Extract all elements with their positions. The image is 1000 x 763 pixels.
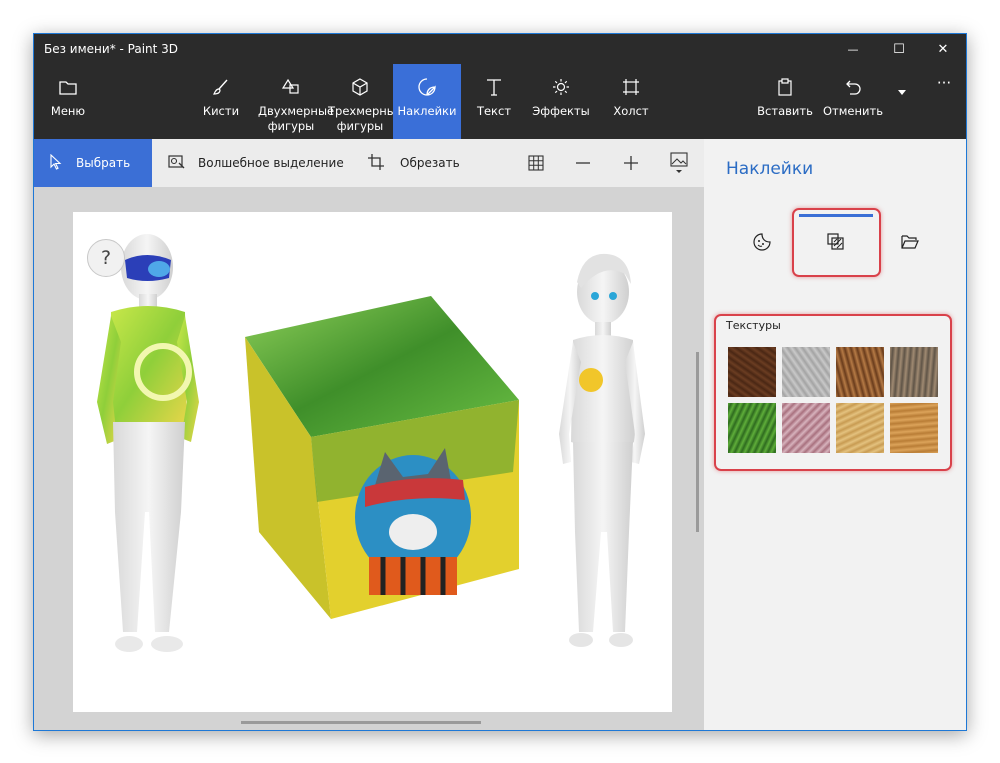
drawing-canvas[interactable]: ? xyxy=(73,212,672,712)
vertical-scrollbar[interactable] xyxy=(696,352,699,532)
canvas-icon xyxy=(620,76,642,98)
tool-2d-shapes[interactable]: Двухмерные фигуры xyxy=(256,64,335,139)
stickers-icon xyxy=(416,76,438,98)
tool-label: Текст xyxy=(476,104,512,118)
cube-3d-icon xyxy=(349,76,371,98)
close-icon: ✕ xyxy=(937,41,949,57)
undo-icon xyxy=(842,76,864,98)
tool-label: Трехмерные фигуры xyxy=(328,104,403,133)
tool-3d-shapes[interactable]: Трехмерные фигуры xyxy=(326,64,403,139)
undo-label: Отменить xyxy=(823,104,883,118)
right-3d-figure xyxy=(559,253,645,647)
crop-button[interactable]: Обрезать xyxy=(368,139,460,187)
help-icon: ? xyxy=(100,247,112,269)
tool-stickers[interactable]: Наклейки xyxy=(393,64,461,139)
menu-button[interactable]: Меню xyxy=(42,64,94,139)
redo-dropdown-button[interactable] xyxy=(894,84,910,100)
effects-icon xyxy=(550,76,572,98)
maximize-button[interactable]: ☐ xyxy=(876,34,922,64)
smiley-icon xyxy=(753,233,771,255)
tool-label: Кисти xyxy=(202,104,240,118)
menu-label: Меню xyxy=(50,104,86,118)
paste-button[interactable]: Вставить xyxy=(757,64,813,139)
stickers-panel: Наклейки Текстуры xyxy=(704,139,966,730)
tool-canvas[interactable]: Холст xyxy=(609,64,653,139)
folder-open-icon xyxy=(901,234,919,254)
canvas-artwork xyxy=(97,234,645,652)
tool-label: Холст xyxy=(613,104,649,118)
ribbon: Меню Кисти Двухмерные фигуры Трехмерные … xyxy=(34,64,966,139)
tool-label: Эффекты xyxy=(532,104,590,118)
chevron-down-icon xyxy=(898,89,906,95)
brush-icon xyxy=(210,76,232,98)
zoom-out-icon[interactable] xyxy=(571,151,595,175)
shapes-2d-icon xyxy=(280,76,302,98)
workspace: ? xyxy=(34,187,704,730)
tool-text[interactable]: Текст xyxy=(472,64,516,139)
crop-label: Обрезать xyxy=(400,156,460,170)
zoom-in-icon[interactable] xyxy=(619,151,643,175)
tool-options-bar: Выбрать Волшебное выделение Обрезать xyxy=(34,139,704,187)
folder-icon xyxy=(57,76,79,98)
cursor-icon xyxy=(50,153,62,173)
paint3d-window: Без имени* - Paint 3D — ☐ ✕ Меню Кисти Д… xyxy=(33,33,967,731)
minimize-button[interactable]: — xyxy=(830,34,876,64)
maximize-icon: ☐ xyxy=(893,41,905,57)
more-icon: ··· xyxy=(936,74,952,92)
crop-icon xyxy=(368,153,384,173)
textured-cube xyxy=(245,296,519,619)
tool-effects[interactable]: Эффекты xyxy=(531,64,591,139)
tool-brushes[interactable]: Кисти xyxy=(197,64,245,139)
magic-select-button[interactable]: Волшебное выделение xyxy=(168,139,344,187)
grid-icon[interactable] xyxy=(524,151,548,175)
more-button[interactable]: ··· xyxy=(930,74,958,98)
magic-select-label: Волшебное выделение xyxy=(198,156,344,170)
undo-button[interactable]: Отменить xyxy=(822,64,884,139)
close-button[interactable]: ✕ xyxy=(920,34,966,64)
clipboard-icon xyxy=(774,76,796,98)
view-image-icon[interactable] xyxy=(667,151,691,175)
select-label: Выбрать xyxy=(76,156,131,170)
text-icon xyxy=(483,76,505,98)
help-button[interactable]: ? xyxy=(87,239,125,277)
tool-label: Двухмерные фигуры xyxy=(258,104,335,133)
paste-label: Вставить xyxy=(757,104,813,118)
title-bar: Без имени* - Paint 3D — ☐ ✕ xyxy=(34,34,966,64)
minimize-icon: — xyxy=(847,42,859,56)
window-title: Без имени* - Paint 3D xyxy=(44,42,179,56)
left-3d-figure xyxy=(97,234,199,652)
tool-label: Наклейки xyxy=(397,104,457,118)
panel-title: Наклейки xyxy=(726,159,814,179)
horizontal-scrollbar[interactable] xyxy=(241,721,481,724)
select-button[interactable]: Выбрать xyxy=(34,139,152,187)
textures-tab-highlight xyxy=(792,208,881,277)
magic-select-icon xyxy=(168,154,186,173)
textures-section-highlight xyxy=(714,314,952,471)
